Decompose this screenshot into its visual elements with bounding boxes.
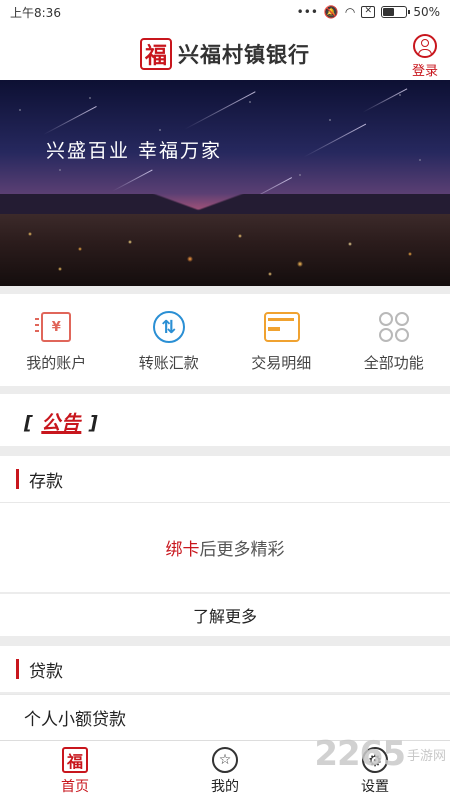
wifi-icon: ◠ — [344, 5, 356, 19]
section-title: 贷款 — [29, 661, 63, 682]
quick-action-label: 交易明细 — [251, 354, 312, 372]
app-header: 福 兴福村镇银行 登录 — [0, 24, 450, 80]
quick-action-label: 转账汇款 — [138, 354, 199, 372]
login-button[interactable]: 登录 — [408, 34, 442, 79]
status-bar: 上午8:36 ••• 🔕 ◠ ✕ 50% — [0, 0, 450, 24]
account-icon: ¥ — [39, 310, 73, 344]
transaction-detail-icon — [264, 310, 301, 344]
watermark: 2265 手游网 — [314, 734, 446, 774]
mute-icon: 🔕 — [323, 5, 339, 19]
home-icon: 福 — [62, 747, 88, 773]
sim-icon: ✕ — [361, 6, 376, 18]
loan-section-header: 贷款 — [0, 646, 450, 692]
notice-tag: [ 公告 ] — [24, 412, 99, 434]
transfer-icon: ⇅ — [152, 310, 186, 344]
battery-icon — [381, 6, 411, 18]
login-label: 登录 — [411, 64, 438, 79]
battery-percent: 50% — [413, 5, 440, 19]
bind-card-link[interactable]: 绑卡 — [166, 535, 200, 560]
status-time: 上午8:36 — [10, 5, 61, 20]
learn-more-button[interactable]: 了解更多 — [0, 594, 450, 636]
quick-action-label: 我的账户 — [26, 354, 87, 372]
all-functions-icon — [377, 310, 411, 344]
notice-bar[interactable]: [ 公告 ] — [0, 394, 450, 446]
promo-banner[interactable]: 兴盛百业 幸福万家 — [0, 80, 450, 286]
bank-logo-icon: 福 — [140, 38, 172, 70]
quick-action-my-account[interactable]: ¥ 我的账户 — [0, 294, 113, 386]
quick-action-transaction-detail[interactable]: 交易明细 — [225, 294, 338, 386]
user-icon — [413, 34, 437, 58]
bind-card-prompt: 绑卡 后更多精彩 — [0, 502, 450, 592]
brand: 福 兴福村镇银行 — [140, 38, 310, 70]
banner-slogan: 兴盛百业 幸福万家 — [46, 140, 223, 162]
quick-action-transfer[interactable]: ⇅ 转账汇款 — [113, 294, 226, 386]
deposit-section-header: 存款 — [0, 456, 450, 502]
section-title: 存款 — [29, 471, 63, 492]
more-icon: ••• — [296, 5, 318, 19]
quick-action-all-functions[interactable]: 全部功能 — [338, 294, 450, 386]
tab-mine[interactable]: ☆ 我的 — [150, 741, 300, 800]
city-lights-image — [0, 214, 450, 286]
quick-actions: ¥ 我的账户 ⇅ 转账汇款 交易明细 全部功能 — [0, 294, 450, 386]
quick-action-label: 全部功能 — [363, 354, 424, 372]
mine-icon: ☆ — [212, 747, 238, 773]
bank-name: 兴福村镇银行 — [178, 43, 310, 67]
notice-label: 公告 — [41, 412, 82, 434]
tab-home[interactable]: 福 首页 — [0, 741, 150, 800]
status-icons: ••• 🔕 ◠ ✕ 50% — [297, 5, 440, 19]
